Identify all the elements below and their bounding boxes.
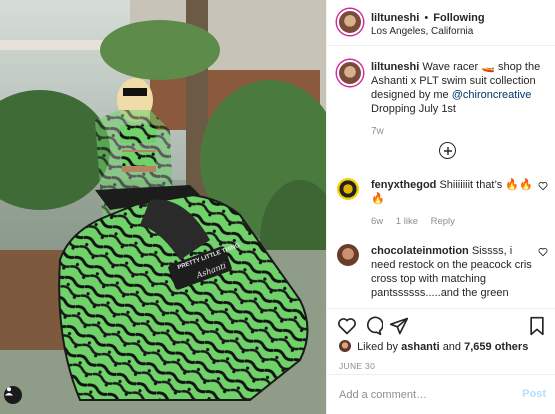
follow-status-button[interactable]: Following	[433, 12, 484, 24]
comment-avatar[interactable]	[337, 244, 359, 266]
comment-age: 6w	[371, 216, 384, 227]
comment-avatar[interactable]	[337, 178, 359, 200]
post-comment-button[interactable]: Post	[522, 388, 546, 400]
avatar[interactable]	[337, 9, 363, 35]
comment-reply-button[interactable]: Reply	[431, 216, 455, 227]
comment-likes-link[interactable]: 1 like	[396, 216, 418, 227]
post-details-panel: liltuneshi • Following Los Angeles, Cali…	[326, 0, 555, 414]
heart-icon[interactable]	[538, 181, 548, 191]
post-date[interactable]: JUNE 30	[339, 361, 375, 371]
caption-avatar[interactable]	[337, 60, 363, 86]
comment-username[interactable]: fenyxthegod	[371, 179, 436, 191]
caption-part1: Wave racer	[422, 61, 479, 73]
plus-icon	[443, 146, 452, 155]
caption-username[interactable]: liltuneshi	[371, 61, 419, 73]
comment-text: chocolateinmotion Sissss, i need restock…	[371, 244, 539, 300]
liked-by-prefix: Liked by	[357, 341, 399, 353]
location-link[interactable]: Los Angeles, California	[371, 26, 473, 37]
caption-text: liltuneshi Wave racer 🚤 shop the Ashanti…	[371, 60, 549, 116]
post-actions: Liked by ashanti and 7,659 others JUNE 3…	[327, 308, 555, 371]
liked-by-user-link[interactable]: ashanti	[401, 341, 440, 353]
liked-by-and: and	[442, 341, 462, 353]
post-header: liltuneshi • Following Los Angeles, Cali…	[327, 0, 555, 46]
caption-mention-link[interactable]: @chironcreative	[452, 89, 532, 101]
liked-by-others-link[interactable]: 7,659 others	[464, 341, 528, 353]
load-more-comments-button[interactable]	[439, 142, 456, 159]
comment-input[interactable]	[339, 385, 509, 405]
post-photo[interactable]: PRETTY LITTLE THING Ashanti	[0, 0, 326, 414]
liked-by-line: Liked by ashanti and 7,659 others	[339, 340, 528, 353]
add-comment-bar: Post	[327, 374, 555, 414]
heart-icon[interactable]	[538, 247, 548, 257]
user-tag-icon[interactable]	[4, 386, 22, 404]
bookmark-icon[interactable]	[527, 316, 547, 336]
comment-meta: 6w 1 like Reply	[371, 216, 465, 227]
header-user-line: liltuneshi • Following	[371, 12, 485, 24]
caption-emoji: 🚤	[481, 61, 495, 73]
photo-scene	[0, 0, 326, 414]
header-username[interactable]: liltuneshi	[371, 12, 419, 24]
share-icon[interactable]	[389, 316, 409, 336]
like-heart-icon[interactable]	[337, 316, 357, 336]
caption-part3: Dropping July 1st	[371, 103, 456, 115]
comment-text: fenyxthegod Shiiiiiiit that’s 🔥🔥🔥	[371, 178, 539, 206]
follow-separator: •	[424, 12, 429, 24]
liker-avatar	[339, 340, 351, 352]
caption-age: 7w	[371, 126, 384, 137]
comment-icon[interactable]	[363, 316, 383, 336]
comment-username[interactable]: chocolateinmotion	[371, 245, 469, 257]
